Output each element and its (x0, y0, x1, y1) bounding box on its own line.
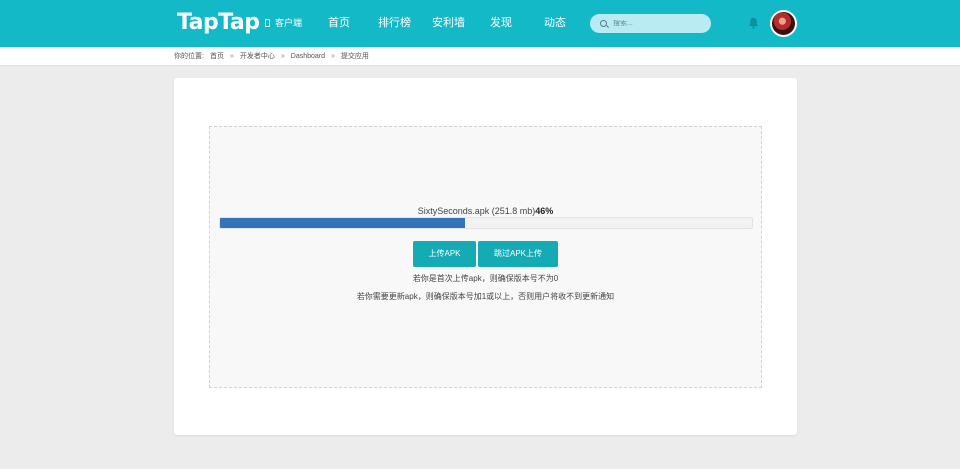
upload-file-info: SixtySeconds.apk (251.8 mb)46% (210, 206, 761, 217)
taptap-logo[interactable]: TapTap (177, 10, 260, 36)
progress-percent: 46% (535, 206, 554, 216)
apk-upload-area[interactable]: SixtySeconds.apk (251.8 mb)46% 上传APK 跳过A… (209, 126, 762, 388)
breadcrumb-separator: » (229, 53, 234, 60)
nav-home[interactable]: 首页 (328, 16, 350, 30)
submit-app-card: SixtySeconds.apk (251.8 mb)46% 上传APK 跳过A… (174, 78, 797, 435)
first-upload-note: 若你是首次上传apk，则确保版本号不为0 (412, 274, 559, 283)
breadcrumb-prefix: 你的位置: (174, 53, 204, 60)
file-size: (251.8 mb) (491, 206, 536, 216)
upload-progress-fill (220, 218, 465, 228)
breadcrumb-dashboard[interactable]: Dashboard (291, 52, 325, 61)
skip-apk-upload-button[interactable]: 跳过APK上传 (478, 241, 558, 267)
breadcrumb-separator: » (331, 53, 335, 60)
breadcrumb-home[interactable]: 首页 (210, 52, 224, 61)
bell-icon[interactable] (748, 17, 759, 29)
search-icon (600, 20, 607, 27)
client-download-link[interactable]: 客户端 (265, 16, 302, 30)
nav-recommend-wall[interactable]: 安利墙 (432, 16, 465, 30)
breadcrumb-bar: 你的位置: 首页 » 开发者中心 » Dashboard » 提交应用 (0, 47, 960, 66)
upload-apk-button[interactable]: 上传APK (413, 241, 476, 267)
phone-icon (265, 19, 270, 27)
user-avatar[interactable] (770, 10, 797, 37)
client-label: 客户端 (275, 18, 303, 28)
upload-progress-bar (219, 217, 753, 229)
nav-rankings[interactable]: 排行榜 (378, 16, 411, 30)
breadcrumb: 你的位置: 首页 » 开发者中心 » Dashboard » 提交应用 (174, 52, 369, 61)
file-name: SixtySeconds.apk (417, 206, 490, 216)
update-apk-note: 若你需要更新apk，则确保版本号加1或以上，否则用户将收不到更新通知 (356, 292, 615, 301)
breadcrumb-separator: » (280, 53, 285, 60)
breadcrumb-developer-center[interactable]: 开发者中心 (240, 52, 275, 61)
nav-discover[interactable]: 发现 (490, 16, 512, 30)
search-input[interactable] (613, 20, 703, 27)
search-box[interactable] (590, 14, 711, 33)
top-navigation-bar: TapTap 客户端 首页 排行榜 安利墙 发现 动态 (0, 0, 960, 47)
breadcrumb-submit-app: 提交应用 (340, 53, 369, 60)
nav-feed[interactable]: 动态 (544, 16, 566, 30)
